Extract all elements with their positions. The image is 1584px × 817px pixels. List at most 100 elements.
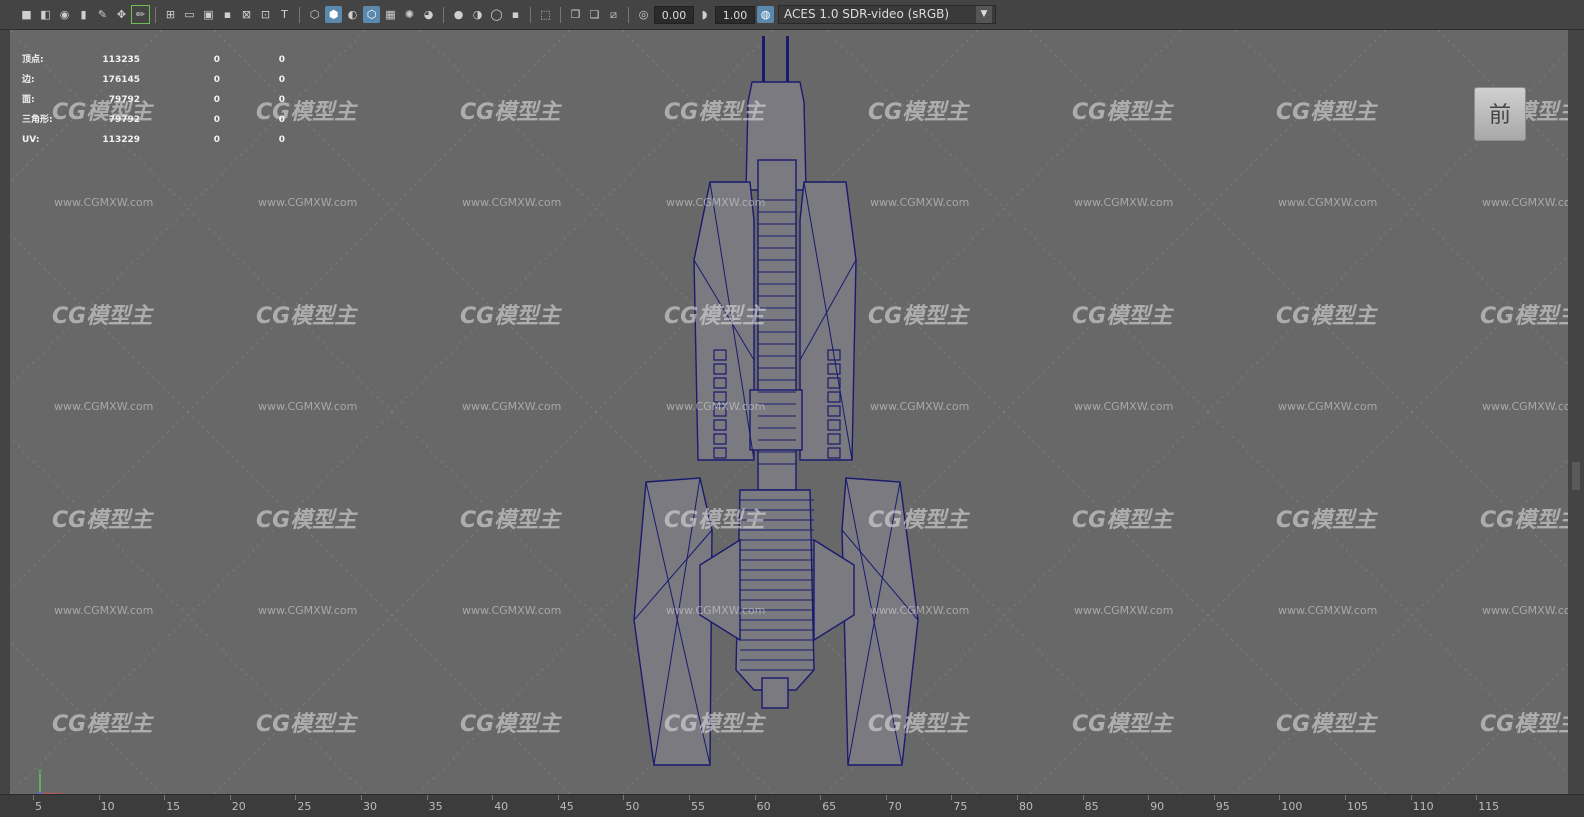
- timeline-tick: [1345, 795, 1346, 800]
- timeline-tick-label: 30: [363, 800, 377, 813]
- timeline-tick: [229, 795, 231, 800]
- timeline-tick: [557, 795, 559, 800]
- pencil-draw-icon[interactable]: ✏: [131, 5, 150, 24]
- timeline-tick-label: 45: [559, 800, 574, 813]
- xray-icon[interactable]: ❐: [567, 6, 584, 23]
- watermark-logo: CG模型主: [664, 712, 765, 737]
- watermark-url: www.CGMXW.com: [666, 400, 766, 413]
- scrollbar-handle[interactable]: [1572, 462, 1580, 490]
- toolbar-divider: [299, 6, 300, 23]
- watermark-logo: CG模型主: [1276, 712, 1377, 737]
- default-material-icon[interactable]: ◐: [344, 6, 361, 23]
- timeline-tick-label: 70: [887, 800, 902, 813]
- timeline-tick: [361, 795, 362, 800]
- watermark-url: www.CGMXW.com: [1278, 400, 1378, 413]
- watermark-logo: CG模型主: [1276, 508, 1377, 533]
- watermark-url: www.CGMXW.com: [1278, 604, 1378, 617]
- exposure-icon[interactable]: ◎: [635, 6, 652, 23]
- field-chart-icon[interactable]: ⊠: [238, 6, 255, 23]
- timeline-tick-label: 20: [231, 800, 246, 813]
- watermark-logo: CG模型主: [868, 304, 969, 329]
- textured-icon[interactable]: ▦: [382, 6, 399, 23]
- watermark-url: www.CGMXW.com: [1074, 400, 1174, 413]
- depth-of-field-icon[interactable]: ▪: [507, 6, 524, 23]
- multisample-aa-icon[interactable]: ◯: [488, 6, 505, 23]
- timeline-tick: [623, 795, 625, 800]
- gamma-field[interactable]: 1.00: [715, 5, 755, 24]
- timeline-tick: [885, 795, 887, 800]
- isolate-select-icon[interactable]: ⬚: [537, 6, 554, 23]
- right-scroll-strip[interactable]: [1568, 30, 1584, 794]
- watermark-logo: CG模型主: [256, 304, 357, 329]
- film-gate-icon[interactable]: ▭: [181, 6, 198, 23]
- timeline-tick-label: 15: [166, 800, 181, 813]
- grease-pencil-icon[interactable]: ✥: [113, 6, 130, 23]
- watermark-logo: CG模型主: [1072, 304, 1173, 329]
- safe-title-icon[interactable]: T: [276, 6, 293, 23]
- camera-select-icon[interactable]: ■: [18, 6, 35, 23]
- hud-value: 0: [278, 115, 285, 125]
- color-management-icon[interactable]: ◍: [757, 6, 774, 23]
- timeline-tick: [492, 795, 494, 800]
- hud-label: UV:: [22, 135, 40, 145]
- hud-value: 0: [278, 75, 285, 85]
- hud-value: 0: [213, 75, 220, 85]
- time-slider[interactable]: 5 10 15 20 25 30 35 40 45 50 55 60 65 70 75 80 85 90 95 100…: [0, 794, 1584, 817]
- timeline-tick-label: 95: [1215, 800, 1230, 813]
- y-axis-label: y: [38, 768, 42, 775]
- hud-value: 0: [213, 115, 220, 125]
- watermark-logo: CG模型主: [256, 712, 357, 737]
- watermark-logo: CG模型主: [868, 508, 969, 533]
- wireframe-icon[interactable]: ⬡: [306, 6, 323, 23]
- axis-gizmo: y x: [38, 768, 63, 794]
- smooth-shade-icon[interactable]: ⬢: [325, 6, 342, 23]
- bookmark-icon[interactable]: ◉: [56, 6, 73, 23]
- shadows-icon[interactable]: ◕: [420, 6, 437, 23]
- mid-block: [749, 389, 803, 451]
- gamma-icon[interactable]: ◗: [696, 6, 713, 23]
- watermark-logo: CG模型主: [664, 508, 765, 533]
- xray-components-icon[interactable]: ⧄: [605, 6, 622, 23]
- 2d-pan-zoom-icon[interactable]: ✎: [94, 6, 111, 23]
- color-space-dropdown[interactable]: ACES 1.0 SDR-video (sRGB) ▼: [778, 5, 996, 24]
- timeline-tick: [164, 795, 166, 800]
- timeline-tick: [295, 795, 297, 800]
- watermark-logo: CG模型主: [1276, 304, 1377, 329]
- heads-up-display: 顶点: 113235 0 0 边: 176145 0 0 面: 79792 0 …: [22, 54, 285, 154]
- 3d-viewport[interactable]: CG模型主 CG模型主 CG模型主 CG模型主 CG模型主 CG模型主 CG模型主 CG模型主…: [10, 30, 1568, 794]
- watermark-url: www.CGMXW.com: [1074, 604, 1174, 617]
- timeline-tick: [1082, 795, 1084, 800]
- motion-blur-icon[interactable]: ◑: [469, 6, 486, 23]
- timeline-tick: [98, 795, 100, 800]
- left-border: [0, 30, 10, 794]
- camera-attributes-icon[interactable]: ◧: [37, 6, 54, 23]
- xray-joints-icon[interactable]: ❏: [586, 6, 603, 23]
- grid-icon[interactable]: ⊞: [162, 6, 179, 23]
- image-plane-icon[interactable]: ▮: [75, 6, 92, 23]
- gate-mask-icon[interactable]: ▪: [219, 6, 236, 23]
- antenna: [762, 36, 765, 86]
- timeline-tick: [689, 795, 690, 800]
- resolution-gate-icon[interactable]: ▣: [200, 6, 217, 23]
- wireframe-on-shaded-icon[interactable]: ⬡: [363, 6, 380, 23]
- timeline-tick: [1017, 795, 1018, 800]
- screen-space-ao-icon[interactable]: ●: [450, 6, 467, 23]
- view-cube[interactable]: 前: [1474, 87, 1526, 141]
- watermark-url: www.CGMXW.com: [258, 604, 358, 617]
- watermark-url: www.CGMXW.com: [870, 604, 970, 617]
- chevron-down-icon: ▼: [976, 6, 992, 23]
- toolbar-divider: [560, 6, 561, 23]
- hud-row-uvs: UV: 113229 0 0: [22, 134, 285, 154]
- watermark-logo: CG模型主: [1072, 508, 1173, 533]
- lights-icon[interactable]: ✺: [401, 6, 418, 23]
- exposure-field[interactable]: 0.00: [654, 5, 694, 24]
- watermark-logo: CG模型主: [868, 712, 969, 737]
- hud-value: 79792: [108, 115, 140, 125]
- safe-action-icon[interactable]: ⊡: [257, 6, 274, 23]
- toolbar-divider: [530, 6, 531, 23]
- timeline-tick-label: 85: [1084, 800, 1099, 813]
- hud-value: 0: [213, 55, 220, 65]
- hud-value: 79792: [108, 95, 140, 105]
- timeline-tick: [1213, 795, 1215, 800]
- watermark-url: www.CGMXW.com: [870, 196, 970, 209]
